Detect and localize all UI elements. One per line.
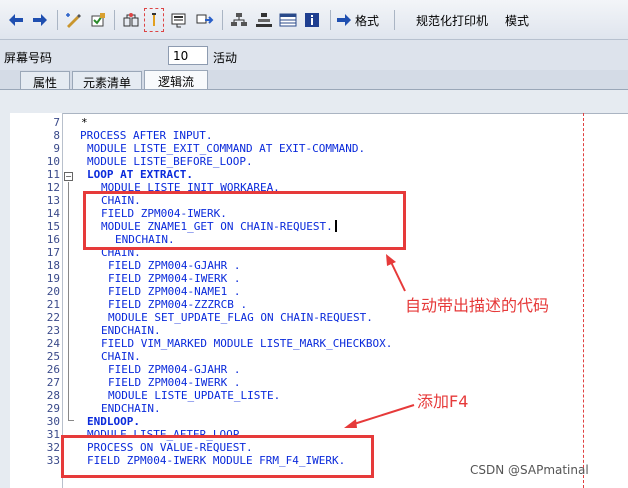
arrow-head-icon <box>386 254 396 266</box>
annotation-arrow <box>353 404 415 425</box>
annotation-auto-code: 自动带出描述的代码 <box>405 296 550 315</box>
watermark: CSDN @SAPmatinal <box>470 463 589 477</box>
arrow-head-icon <box>344 419 357 428</box>
annotation-arrow <box>390 261 406 292</box>
annotation-arrows <box>344 254 415 428</box>
annotation-add-f4: 添加F4 <box>417 392 469 411</box>
